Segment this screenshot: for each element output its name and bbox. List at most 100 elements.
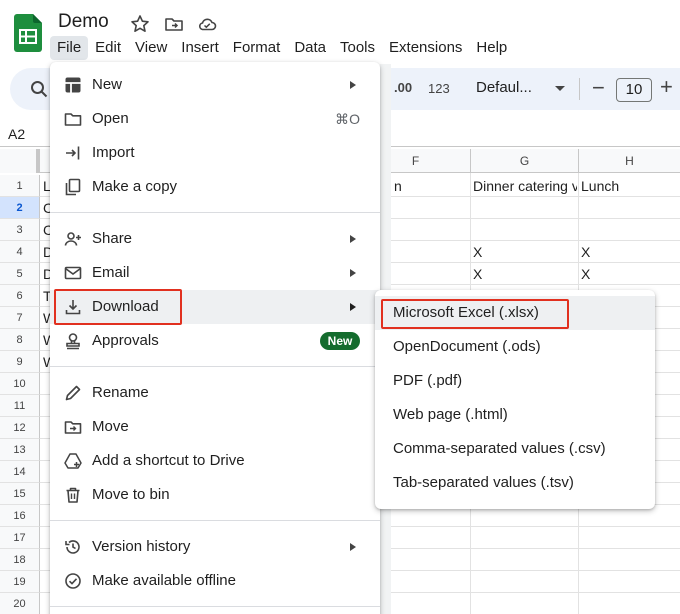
column-header-h[interactable]: H (578, 149, 680, 173)
menu-item-label: Approvals (92, 332, 159, 349)
cell-h4[interactable]: X (581, 244, 590, 260)
search-icon[interactable] (30, 80, 48, 98)
row-header[interactable]: 2 (0, 197, 40, 219)
row-header[interactable]: 17 (0, 527, 40, 549)
font-family-select[interactable]: Defaul... (476, 79, 532, 96)
drive-shortcut-icon (64, 453, 82, 469)
menu-separator (50, 520, 380, 521)
submenu-arrow-icon (350, 235, 356, 243)
file-menu-approvals[interactable]: Approvals New (50, 324, 380, 358)
download-option-csv[interactable]: Comma-separated values (.csv) (375, 432, 655, 466)
cloud-status-icon[interactable] (197, 14, 217, 34)
row-header[interactable]: 8 (0, 329, 40, 351)
row-header[interactable]: 19 (0, 571, 40, 593)
file-menu-move[interactable]: Move (50, 410, 380, 444)
submenu-arrow-icon (350, 81, 356, 89)
folder-icon (64, 113, 82, 126)
cell-h1[interactable]: Lunch (581, 178, 619, 194)
menu-item-label: Move to bin (92, 486, 170, 503)
number-format-button[interactable]: 123 (428, 81, 450, 96)
menu-item-label: Version history (92, 538, 191, 555)
import-icon (66, 146, 80, 160)
row-header[interactable]: 20 (0, 593, 40, 614)
history-icon (65, 540, 80, 554)
file-menu-email[interactable]: Email (50, 256, 380, 290)
sheets-logo-icon[interactable] (14, 14, 42, 52)
menu-file[interactable]: File (50, 36, 89, 60)
row-header[interactable]: 14 (0, 461, 40, 483)
submenu-arrow-icon (350, 269, 356, 277)
menu-data[interactable]: Data (287, 36, 333, 60)
menu-separator (50, 606, 380, 607)
menu-help[interactable]: Help (469, 36, 514, 60)
file-menu-make-available-offline[interactable]: Make available offline (50, 564, 380, 598)
increase-decimal-button[interactable]: .00 (394, 80, 412, 95)
move-folder-icon[interactable] (164, 14, 184, 34)
select-all-corner[interactable] (0, 149, 40, 173)
file-menu-version-history[interactable]: Version history (50, 530, 380, 564)
row-header[interactable]: 15 (0, 483, 40, 505)
chevron-down-icon[interactable] (555, 86, 565, 91)
font-size-input[interactable]: 10 (616, 78, 652, 102)
download-option-pdf[interactable]: PDF (.pdf) (375, 364, 655, 398)
row-header[interactable]: 11 (0, 395, 40, 417)
row-header[interactable]: 13 (0, 439, 40, 461)
row-header[interactable]: 16 (0, 505, 40, 527)
decrease-font-size-button[interactable]: − (592, 75, 605, 101)
submenu-arrow-icon (350, 543, 356, 551)
menu-item-label: Import (92, 144, 135, 161)
row-header[interactable]: 12 (0, 417, 40, 439)
row-header[interactable]: 3 (0, 219, 40, 241)
file-menu-move-to-bin[interactable]: Move to bin (50, 478, 380, 512)
cell-f1[interactable]: n (394, 178, 402, 194)
download-option-html[interactable]: Web page (.html) (375, 398, 655, 432)
file-menu-open[interactable]: Open ⌘O (50, 102, 380, 136)
name-box[interactable]: A2 (8, 126, 25, 142)
row-header[interactable]: 10 (0, 373, 40, 395)
row-header[interactable]: 7 (0, 307, 40, 329)
menu-insert[interactable]: Insert (174, 36, 226, 60)
menu-item-label: Make a copy (92, 178, 178, 195)
menu-edit[interactable]: Edit (88, 36, 128, 60)
row-header[interactable]: 18 (0, 549, 40, 571)
file-menu: New Open ⌘O Import Make a copy Share Ema… (50, 62, 380, 614)
menu-extensions[interactable]: Extensions (382, 36, 469, 60)
row-header[interactable]: 9 (0, 351, 40, 373)
column-header-g[interactable]: G (470, 149, 578, 173)
menu-item-label: Rename (92, 384, 149, 401)
menu-item-label: Move (92, 418, 129, 435)
file-menu-share[interactable]: Share (50, 222, 380, 256)
row-header[interactable]: 1 (0, 175, 40, 197)
file-menu-add-shortcut[interactable]: Add a shortcut to Drive (50, 444, 380, 478)
approvals-icon (66, 333, 80, 350)
file-menu-import[interactable]: Import (50, 136, 380, 170)
file-menu-new[interactable]: New (50, 68, 380, 102)
download-option-ods[interactable]: OpenDocument (.ods) (375, 330, 655, 364)
cell-g1[interactable]: Dinner catering v (473, 178, 577, 194)
download-option-tsv[interactable]: Tab-separated values (.tsv) (375, 466, 655, 500)
row-header[interactable]: 6 (0, 285, 40, 307)
star-icon[interactable] (130, 14, 150, 34)
increase-font-size-button[interactable]: + (660, 74, 673, 100)
menu-tools[interactable]: Tools (333, 36, 382, 60)
menu-item-label: Open (92, 110, 129, 127)
row-header[interactable]: 5 (0, 263, 40, 285)
menu-item-label: Share (92, 230, 133, 247)
menu-item-label: OpenDocument (.ods) (393, 338, 541, 355)
file-menu-rename[interactable]: Rename (50, 376, 380, 410)
row-header[interactable]: 4 (0, 241, 40, 263)
cell-g5[interactable]: X (473, 266, 482, 282)
menu-format[interactable]: Format (226, 36, 288, 60)
email-icon (64, 266, 82, 280)
menu-view[interactable]: View (128, 36, 174, 60)
file-menu-make-a-copy[interactable]: Make a copy (50, 170, 380, 204)
move-folder-icon (64, 421, 82, 434)
cell-h5[interactable]: X (581, 266, 590, 282)
menu-item-label: Web page (.html) (393, 406, 508, 423)
document-title[interactable]: Demo (58, 11, 109, 33)
trash-icon (66, 487, 80, 503)
menu-item-label: Email (92, 264, 130, 281)
copy-icon (65, 178, 81, 196)
cell-g4[interactable]: X (473, 244, 482, 260)
menu-separator (50, 212, 380, 213)
